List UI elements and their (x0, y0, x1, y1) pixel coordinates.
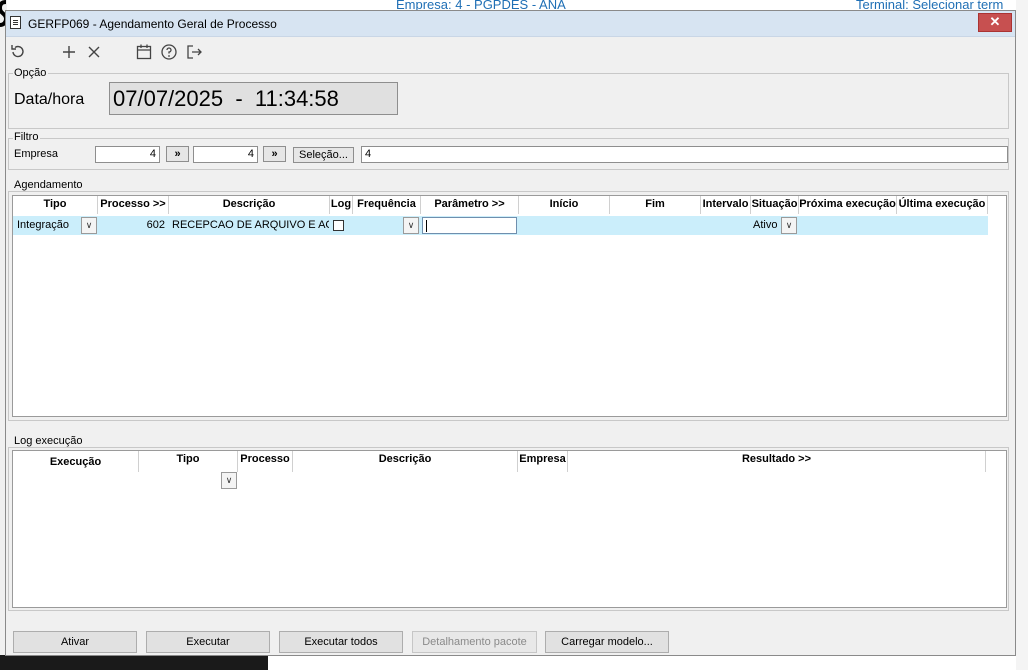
executar-button[interactable]: Executar (146, 631, 270, 653)
log-checkbox[interactable] (333, 220, 344, 231)
delete-icon[interactable] (84, 42, 104, 62)
agendamento-legend: Agendamento (13, 179, 85, 191)
main-window: GERFP069 - Agendamento Geral de Processo… (5, 10, 1016, 656)
calendar-icon[interactable] (134, 42, 154, 62)
column-header-tipo[interactable]: Tipo (13, 196, 98, 214)
parametro-input[interactable] (422, 217, 517, 234)
column-header-tipo[interactable]: Tipo (139, 451, 238, 472)
column-header-descricao[interactable]: Descrição (293, 451, 518, 472)
cell-descricao: RECEPCAO DE ARQUIVO E ACEITE (172, 219, 329, 231)
text-cursor (426, 220, 427, 232)
background-app-right-edge (1016, 0, 1028, 670)
executar-todos-button[interactable]: Executar todos (279, 631, 403, 653)
log-tipo-filter-chevron-down-icon[interactable]: ∨ (221, 472, 237, 489)
window-title: GERFP069 - Agendamento Geral de Processo (28, 17, 277, 31)
column-header-situacao[interactable]: Situação (751, 196, 799, 214)
close-button[interactable]: ✕ (978, 13, 1012, 32)
cell-processo: 602 (146, 219, 165, 231)
add-icon[interactable] (59, 42, 79, 62)
empresa-to-input[interactable]: 4 (193, 146, 258, 163)
column-header-fim[interactable]: Fim (610, 196, 701, 214)
refresh-icon[interactable] (8, 42, 28, 62)
exit-icon[interactable] (184, 42, 204, 62)
column-header-processo[interactable]: Processo >> (98, 196, 169, 214)
column-header-parametro[interactable]: Parâmetro >> (421, 196, 519, 214)
column-header-log[interactable]: Log (330, 196, 353, 214)
document-icon (10, 16, 21, 29)
empresa-from-input[interactable]: 4 (95, 146, 160, 163)
datahora-label: Data/hora (14, 91, 85, 108)
log-execucao-grid: Execução Tipo Processo Descrição Empresa… (12, 450, 1007, 608)
carregar-modelo-button[interactable]: Carregar modelo... (545, 631, 669, 653)
column-header-execucao[interactable]: Execução (13, 451, 139, 472)
selecao-input[interactable]: 4 (361, 146, 1008, 163)
background-empresa-text: Empresa: 4 - PGPDES - ANA (396, 0, 566, 10)
table-row[interactable]: Integração ∨ 602 RECEPCAO DE ARQUIVO E A… (13, 216, 988, 235)
opcao-legend: Opção (13, 67, 49, 79)
empresa-to-lookup-button[interactable]: » (263, 146, 286, 162)
help-icon[interactable] (159, 42, 179, 62)
column-header-frequencia[interactable]: Frequência (353, 196, 421, 214)
column-header-descricao[interactable]: Descrição (169, 196, 330, 214)
column-header-resultado[interactable]: Resultado >> (568, 451, 986, 472)
column-header-empresa[interactable]: Empresa (518, 451, 568, 472)
cell-situacao: Ativo (753, 219, 778, 231)
background-terminal-text: Terminal: Selecionar term (856, 0, 1004, 10)
title-bar[interactable]: GERFP069 - Agendamento Geral de Processo… (6, 11, 1015, 37)
column-header-intervalo[interactable]: Intervalo (701, 196, 751, 214)
datahora-display: 07/07/2025 - 11:34:58 (109, 82, 398, 115)
column-header-ultima-execucao[interactable]: Última execução (897, 196, 988, 214)
frequencia-dropdown-chevron-down-icon[interactable]: ∨ (403, 217, 419, 234)
detalhamento-pacote-button: Detalhamento pacote (412, 631, 537, 653)
log-execucao-legend: Log execução (13, 435, 85, 447)
ativar-button[interactable]: Ativar (13, 631, 137, 653)
agendamento-grid: Tipo Processo >> Descrição Log Frequênci… (12, 195, 1007, 417)
column-header-processo[interactable]: Processo (238, 451, 293, 472)
tipo-dropdown-chevron-down-icon[interactable]: ∨ (81, 217, 97, 234)
column-header-inicio[interactable]: Início (519, 196, 610, 214)
selecao-button[interactable]: Seleção... (293, 147, 354, 163)
cell-tipo: Integração (17, 219, 69, 231)
column-header-proxima-execucao[interactable]: Próxima execução (799, 196, 897, 214)
situacao-dropdown-chevron-down-icon[interactable]: ∨ (781, 217, 797, 234)
empresa-from-lookup-button[interactable]: » (166, 146, 189, 162)
background-taskbar (0, 655, 268, 670)
cell-frequencia (357, 216, 402, 235)
empresa-label: Empresa (14, 148, 59, 160)
filtro-legend: Filtro (13, 131, 41, 143)
